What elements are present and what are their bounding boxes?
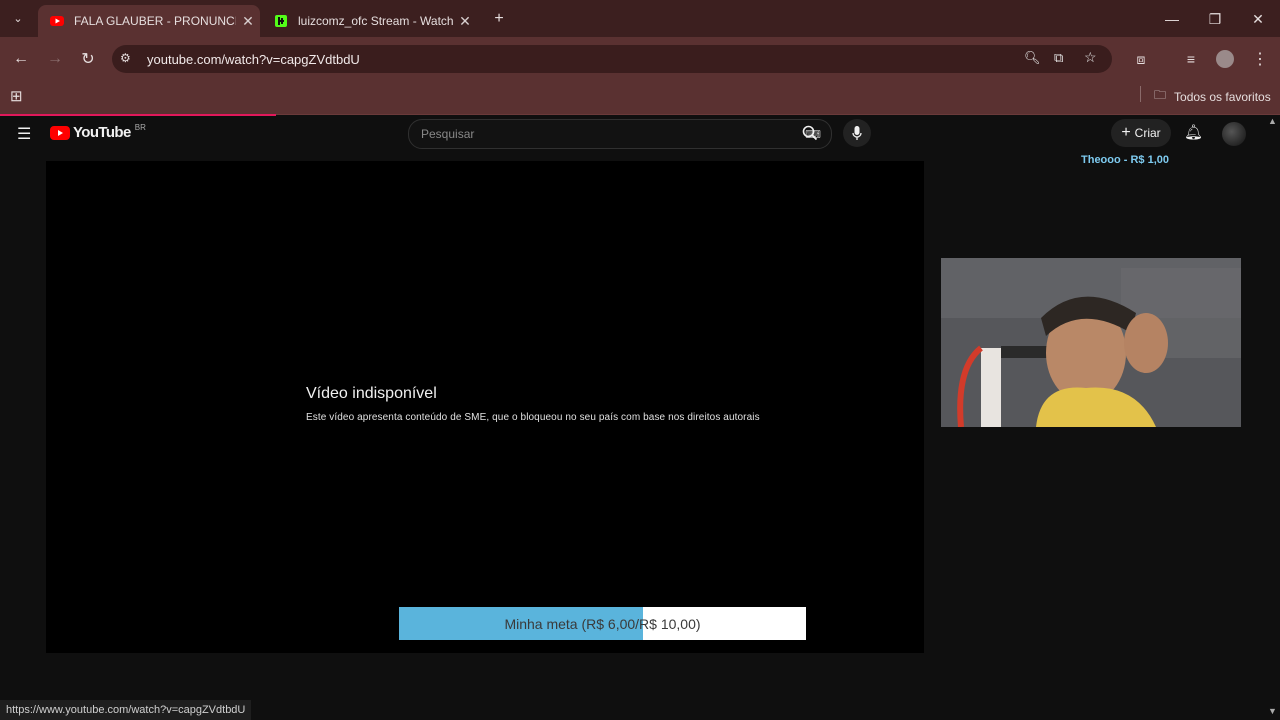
bookmark-star-icon[interactable]: ☆ (1084, 49, 1097, 66)
plus-icon: + (1121, 124, 1131, 141)
browser-menu-icon[interactable]: ⋮ (1245, 44, 1275, 74)
back-icon[interactable]: ← (6, 44, 36, 74)
tab-kick[interactable]: luizcomz_ofc Stream - Watch Li ✕ (262, 5, 477, 37)
forward-icon[interactable]: → (40, 44, 70, 74)
cast-icon[interactable]: ⧉ (1054, 50, 1063, 66)
donation-goal-bar: Minha meta (R$ 6,00/R$ 10,00) (399, 607, 806, 640)
tab-title: luizcomz_ofc Stream - Watch Li (298, 14, 453, 28)
close-tab-icon[interactable]: ✕ (453, 13, 477, 30)
address-bar[interactable]: ⚙ youtube.com/watch?v=capgZVdtbdU 🔍︎ ⧉ ☆ (112, 45, 1112, 73)
notifications-bell-icon[interactable]: 🔔︎ (1184, 123, 1203, 141)
apps-grid-icon[interactable]: ⊞ (10, 87, 23, 105)
create-label: Criar (1134, 126, 1161, 140)
zoom-icon[interactable]: 🔍︎ (1024, 50, 1041, 66)
search-icon[interactable] (797, 120, 823, 146)
donation-alert: Theooo - R$ 1,00 (1081, 154, 1170, 166)
menu-icon[interactable]: ☰ (17, 124, 31, 144)
folder-icon: 🗀 (1154, 88, 1167, 102)
tab-search-icon[interactable]: ⌄ (4, 4, 32, 32)
url-text: youtube.com/watch?v=capgZVdtbdU (147, 51, 360, 67)
link-status-bar: https://www.youtube.com/watch?v=capgZVdt… (0, 700, 252, 720)
bookmarks-bar (0, 81, 1280, 115)
site-settings-icon[interactable]: ⚙ (120, 51, 131, 65)
scroll-down-arrow-icon[interactable]: ▼ (1268, 706, 1277, 716)
all-bookmarks-label: Todos os favoritos (1174, 89, 1271, 104)
reload-icon[interactable]: ↻ (73, 44, 103, 74)
youtube-play-icon (50, 125, 70, 140)
search-box[interactable]: Pesquisar ⌨ (408, 119, 832, 149)
video-player[interactable]: Vídeo indisponível Este vídeo apresenta … (46, 161, 924, 653)
tab-title: FALA GLAUBER - PRONUNCIAN (74, 14, 236, 28)
close-window-icon[interactable]: ✕ (1238, 6, 1278, 32)
status-url: https://www.youtube.com/watch?v=capgZVdt… (6, 704, 246, 716)
tab-youtube[interactable]: FALA GLAUBER - PRONUNCIAN ✕ (38, 5, 260, 37)
voice-search-icon[interactable] (843, 119, 871, 147)
profile-avatar[interactable] (1216, 50, 1234, 68)
bookmarks-divider (1140, 86, 1141, 102)
kick-favicon (274, 14, 288, 28)
unavailable-title: Vídeo indisponível (306, 385, 437, 402)
new-tab-icon[interactable]: + (484, 4, 514, 34)
region-code: BR (134, 123, 146, 132)
minimize-icon[interactable]: ― (1152, 6, 1192, 32)
all-bookmarks-button[interactable]: 🗀 Todos os favoritos (1154, 86, 1271, 107)
media-control-icon[interactable]: ≡ (1176, 44, 1206, 74)
close-tab-icon[interactable]: ✕ (236, 13, 260, 30)
search-input[interactable]: Pesquisar (421, 127, 805, 141)
unavailable-message: Este vídeo apresenta conteúdo de SME, qu… (306, 412, 760, 423)
account-avatar[interactable] (1222, 122, 1246, 146)
youtube-favicon (50, 14, 64, 28)
streamer-webcam (941, 258, 1241, 427)
goal-text: Minha meta (R$ 6,00/R$ 10,00) (504, 615, 701, 632)
scroll-up-arrow-icon[interactable]: ▲ (1268, 116, 1277, 126)
create-button[interactable]: + Criar (1111, 119, 1171, 147)
youtube-logo-text: YouTube (73, 124, 131, 141)
extensions-icon[interactable]: ⧈ (1126, 44, 1156, 74)
restore-icon[interactable]: ❐ (1195, 6, 1235, 32)
youtube-logo[interactable]: YouTube BR (50, 123, 146, 141)
